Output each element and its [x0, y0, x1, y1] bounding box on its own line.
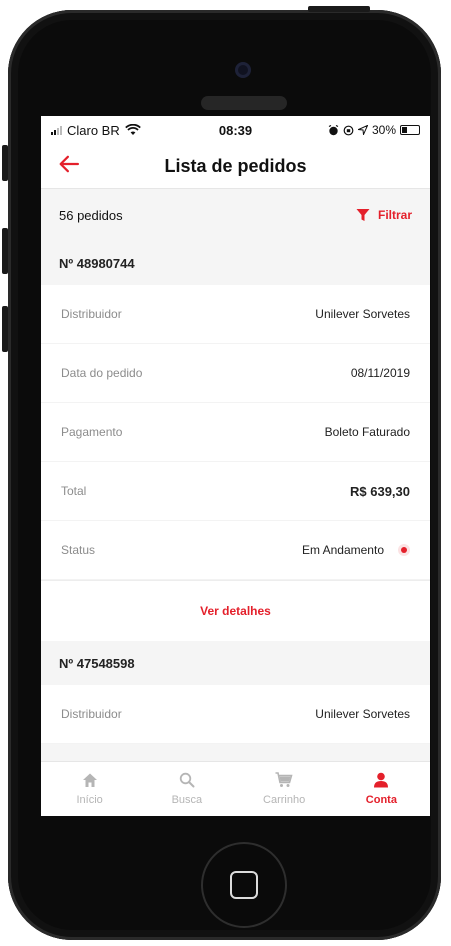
order-count: 56 pedidos: [59, 207, 123, 223]
order-row-date: Data do pedido 08/11/2019: [41, 344, 430, 403]
tab-inicio[interactable]: Início: [41, 762, 138, 816]
tab-label: Busca: [171, 794, 203, 806]
app-screen: Claro BR 08:39 30% Lista de pedidos 56 p…: [41, 116, 430, 816]
search-icon: [179, 772, 195, 788]
status-value-wrap: Em Andamento: [302, 543, 410, 557]
page-title: Lista de pedidos: [164, 155, 307, 176]
order-card: Distribuidor Unilever Sorvetes: [41, 685, 430, 744]
order-row-distributor: Distribuidor Unilever Sorvetes: [41, 285, 430, 344]
mute-switch: [2, 145, 8, 181]
view-details-button[interactable]: Ver detalhes: [41, 580, 430, 641]
distributor-value: Unilever Sorvetes: [315, 707, 410, 721]
order-row-total: Total R$ 639,30: [41, 462, 430, 521]
distributor-value: Unilever Sorvetes: [315, 307, 410, 321]
status-indicator-dot: [398, 544, 410, 556]
tab-carrinho[interactable]: Carrinho: [236, 762, 333, 816]
total-label: Total: [61, 484, 87, 498]
home-button-square-icon: [230, 871, 258, 899]
bottom-tab-bar: Início Busca Carrinho Conta: [41, 761, 430, 816]
status-bar: Claro BR 08:39 30%: [41, 116, 430, 144]
payment-label: Pagamento: [61, 425, 123, 439]
cart-icon: [275, 772, 293, 787]
list-toolbar: 56 pedidos Filtrar: [41, 189, 430, 241]
order-number: Nº 48980744: [41, 241, 430, 285]
home-button[interactable]: [201, 842, 287, 928]
tab-busca[interactable]: Busca: [138, 762, 235, 816]
total-value: R$ 639,30: [350, 483, 410, 499]
tab-conta[interactable]: Conta: [333, 762, 430, 816]
volume-down-button: [2, 306, 8, 352]
payment-value: Boleto Faturado: [324, 425, 410, 439]
battery-icon: [400, 125, 420, 135]
power-button: [308, 6, 370, 12]
order-card: Distribuidor Unilever Sorvetes Data do p…: [41, 285, 430, 641]
order-date-label: Data do pedido: [61, 366, 143, 380]
volume-up-button: [2, 228, 8, 274]
order-number: Nº 47548598: [41, 641, 430, 685]
order-row-payment: Pagamento Boleto Faturado: [41, 403, 430, 462]
user-icon: [374, 772, 389, 788]
order-date-value: 08/11/2019: [350, 366, 410, 380]
status-value: Em Andamento: [301, 543, 384, 557]
home-icon: [82, 773, 97, 787]
app-header: Lista de pedidos: [41, 144, 430, 189]
clock: 08:39: [218, 122, 253, 138]
distributor-label: Distribuidor: [61, 307, 122, 321]
filter-label: Filtrar: [377, 208, 412, 222]
tab-label: Conta: [365, 794, 397, 806]
filter-button[interactable]: Filtrar: [356, 208, 412, 222]
filter-funnel-icon: [356, 209, 370, 221]
order-row-status: Status Em Andamento: [41, 521, 430, 580]
tab-label: Início: [76, 794, 103, 806]
distributor-label: Distribuidor: [61, 707, 122, 721]
tab-label: Carrinho: [263, 794, 306, 806]
back-arrow-icon[interactable]: [59, 154, 79, 174]
order-row-distributor: Distribuidor Unilever Sorvetes: [41, 685, 430, 744]
earpiece-speaker: [201, 96, 287, 110]
front-camera: [235, 62, 251, 78]
status-label: Status: [61, 543, 96, 557]
